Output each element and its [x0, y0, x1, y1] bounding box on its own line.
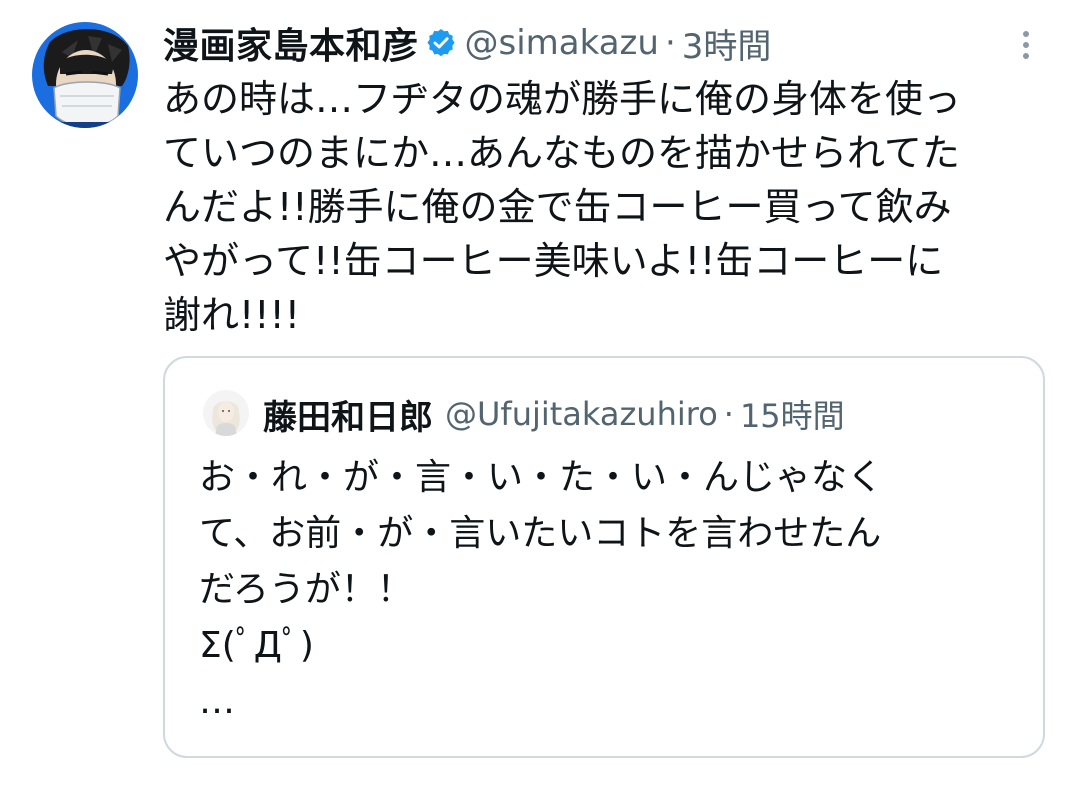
tweet-header: 漫画家島本和彦 @simakazu · 3時間 — [163, 18, 771, 68]
author-avatar[interactable] — [32, 22, 138, 128]
more-vertical-icon[interactable] — [1012, 28, 1040, 62]
tweet[interactable]: 漫画家島本和彦 @simakazu · 3時間 あの時は…フヂタの魂が勝手に俺の… — [0, 0, 1080, 790]
quoted-author-handle[interactable]: @Ufujitakazuhiro — [445, 395, 718, 433]
quoted-tweet-timestamp[interactable]: 15時間 — [740, 391, 845, 437]
author-display-name[interactable]: 漫画家島本和彦 — [163, 17, 419, 69]
quoted-author-display-name[interactable]: 藤田和日郎 — [263, 390, 433, 439]
tweet-timestamp[interactable]: 3時間 — [682, 19, 772, 68]
quoted-tweet[interactable]: 藤田和日郎 @Ufujitakazuhiro · 15時間 お・れ・が・言・い・… — [163, 356, 1045, 758]
author-handle[interactable]: @simakazu — [465, 23, 659, 63]
quoted-author-avatar[interactable] — [203, 390, 249, 436]
quoted-tweet-text: お・れ・が・言・い・た・い・んじゃなく て、お前・が・言いたいコトを言わせたん … — [199, 457, 884, 722]
verified-badge-icon — [425, 27, 457, 59]
quoted-header-separator: · — [723, 395, 734, 433]
header-separator: · — [664, 23, 676, 63]
quoted-avatar-image — [203, 390, 249, 436]
tweet-text: あの時は…フヂタの魂が勝手に俺の身体を使っ ていつのまにか…あんなものを描かせら… — [163, 77, 962, 337]
author-avatar-image — [32, 22, 138, 128]
quoted-tweet-header: 藤田和日郎 @Ufujitakazuhiro · 15時間 — [263, 388, 845, 440]
